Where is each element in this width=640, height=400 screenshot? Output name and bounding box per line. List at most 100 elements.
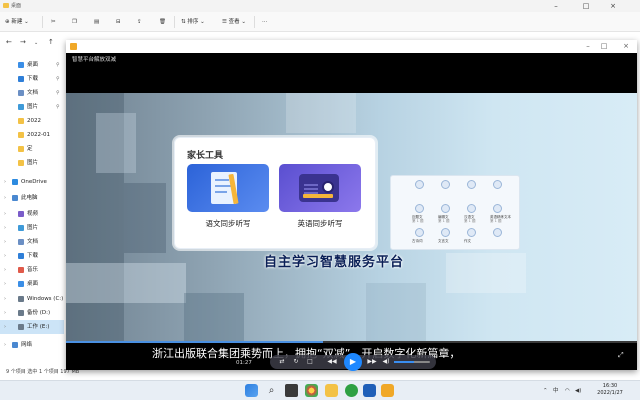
sidebar-item[interactable]: › OneDrive xyxy=(0,175,64,189)
video-player-taskbar-icon[interactable] xyxy=(381,384,394,397)
sidebar-item[interactable]: 图片 xyxy=(0,156,64,170)
study-module-icon xyxy=(467,204,476,213)
chevron-right-icon[interactable]: › xyxy=(4,292,6,306)
progress-bar[interactable] xyxy=(66,341,637,343)
stop-icon[interactable]: □ xyxy=(304,355,316,369)
chevron-right-icon[interactable]: › xyxy=(4,249,6,263)
up-arrow-icon[interactable]: ↑ xyxy=(48,38,54,46)
sidebar-item-label: 桌面 xyxy=(27,62,39,68)
taskbar-clock[interactable]: 16:30 2022/1/27 xyxy=(591,383,629,397)
taskbar: ⌕ ⌃ 中 ◠ ◀) 16:30 2022/1/27 xyxy=(0,380,640,400)
copy-icon[interactable]: ❐ xyxy=(72,16,77,28)
sidebar-item-icon xyxy=(18,281,24,287)
toolbar-divider xyxy=(254,16,255,28)
chevron-right-icon[interactable]: › xyxy=(4,175,6,189)
chevron-right-icon[interactable]: › xyxy=(4,320,6,334)
sidebar-item[interactable]: 2022 xyxy=(0,114,64,128)
wifi-icon[interactable]: ◠ xyxy=(565,381,570,400)
chevron-right-icon[interactable]: › xyxy=(4,191,6,205)
view-button[interactable]: ☰ 查看 ⌄ xyxy=(222,16,246,28)
sidebar-item[interactable]: › 图片 xyxy=(0,221,64,235)
chevron-right-icon[interactable]: › xyxy=(4,277,6,291)
search-icon[interactable]: ⌕ xyxy=(265,384,278,397)
sidebar-item[interactable]: › 下载 xyxy=(0,249,64,263)
sidebar-item[interactable]: 定 xyxy=(0,142,64,156)
sidebar-item[interactable]: 2022-01 xyxy=(0,128,64,142)
player-titlebar: – □ × xyxy=(66,40,637,53)
minimize-button[interactable]: – xyxy=(547,0,565,12)
english-dictation-label: 英语同步听写 xyxy=(297,219,343,228)
play-button[interactable]: ▶ xyxy=(344,353,362,371)
sidebar-item-label: 工作 (E:) xyxy=(27,324,50,330)
sidebar-item-label: 文档 xyxy=(27,90,39,96)
pin-icon: ⚲ xyxy=(56,90,60,96)
share-icon[interactable]: ⇪ xyxy=(137,16,142,28)
study-module-label: 文言文 xyxy=(438,239,449,243)
loop-icon[interactable]: ↻ xyxy=(290,355,302,369)
speaker-icon[interactable]: ◀) xyxy=(575,381,581,400)
player-maximize-button[interactable]: □ xyxy=(596,40,612,53)
player-header: 智慧平台解放双减 xyxy=(66,53,637,93)
study-grid-cell xyxy=(437,178,459,198)
wechat-icon[interactable] xyxy=(345,384,358,397)
sort-button[interactable]: ⇅ 排序 ⌄ xyxy=(181,16,205,28)
sidebar-item[interactable]: › Windows (C:) xyxy=(0,292,64,306)
fullscreen-icon[interactable]: ⤢ xyxy=(618,351,628,360)
sidebar-item[interactable]: 下载 ⚲ xyxy=(0,72,64,86)
chevron-right-icon[interactable]: › xyxy=(4,221,6,235)
sidebar-item[interactable]: › 备份 (D:) xyxy=(0,306,64,320)
file-explorer-icon[interactable] xyxy=(325,384,338,397)
chevron-right-icon[interactable]: › xyxy=(4,306,6,320)
fast-forward-icon[interactable]: ▶▶ xyxy=(366,355,378,369)
paste-icon[interactable]: ▤ xyxy=(94,16,99,28)
study-module-sublabel: 第 1 题 xyxy=(464,219,476,223)
sidebar-item[interactable]: › 此电脑 xyxy=(0,191,64,205)
more-options-button[interactable]: ··· xyxy=(262,16,267,28)
chevron-right-icon[interactable]: › xyxy=(4,338,6,352)
pin-icon: ⚲ xyxy=(56,62,60,68)
sidebar-item-label: 图片 xyxy=(27,225,39,231)
sidebar-item[interactable]: 图片 ⚲ xyxy=(0,100,64,114)
back-arrow-icon[interactable]: ← xyxy=(6,38,12,46)
cut-icon[interactable]: ✂ xyxy=(51,16,56,28)
chrome-icon[interactable] xyxy=(305,384,318,397)
study-grid-cell: 汉语文第 1 题 xyxy=(463,202,485,223)
word-icon[interactable] xyxy=(363,384,376,397)
sidebar-item[interactable]: › 音乐 xyxy=(0,263,64,277)
task-view-icon[interactable] xyxy=(285,384,298,397)
chevron-right-icon[interactable]: › xyxy=(4,263,6,277)
sidebar-item-label: 此电脑 xyxy=(21,195,38,201)
delete-icon[interactable]: 🗑 xyxy=(159,16,166,28)
rename-icon[interactable]: ⊟ xyxy=(116,16,121,28)
progress-fill xyxy=(66,341,323,343)
mosaic-tile xyxy=(66,263,186,303)
chevron-right-icon[interactable]: › xyxy=(4,207,6,221)
chevron-right-icon[interactable]: › xyxy=(4,235,6,249)
chevron-down-icon[interactable]: ⌄ xyxy=(34,40,38,46)
toolbar-divider xyxy=(42,16,43,28)
study-grid-cell: 古诗词 xyxy=(411,226,433,246)
sidebar-item[interactable]: 文档 ⚲ xyxy=(0,86,64,100)
volume-icon[interactable]: ◀) xyxy=(380,355,392,369)
sidebar-item[interactable]: › 工作 (E:) xyxy=(0,320,64,334)
sidebar-item[interactable]: 桌面 ⚲ xyxy=(0,58,64,72)
close-button[interactable]: × xyxy=(604,0,622,12)
forward-arrow-icon[interactable]: → xyxy=(20,38,26,46)
repeat-icon[interactable]: ⇄ xyxy=(276,355,288,369)
ime-indicator[interactable]: 中 xyxy=(553,381,559,400)
maximize-button[interactable]: □ xyxy=(577,0,595,12)
player-close-button[interactable]: × xyxy=(618,40,634,53)
rewind-icon[interactable]: ◀◀ xyxy=(326,355,338,369)
sidebar-item[interactable]: › 文档 xyxy=(0,235,64,249)
mosaic-tile xyxy=(286,93,356,133)
new-button[interactable]: ⊕ 新建 ⌄ xyxy=(5,16,29,28)
volume-slider[interactable] xyxy=(394,361,430,363)
study-module-icon xyxy=(493,228,502,237)
video-frame[interactable]: 家长工具 语文同步听写 英语同步听写 迈题文第 1 题编辑文第 1 题汉语文 第… xyxy=(66,93,637,341)
sidebar-item[interactable]: › 视频 xyxy=(0,207,64,221)
player-minimize-button[interactable]: – xyxy=(580,40,596,53)
start-icon[interactable] xyxy=(245,384,258,397)
sidebar-item[interactable]: › 桌面 xyxy=(0,277,64,291)
sidebar-item[interactable]: › 网络 xyxy=(0,338,64,352)
tray-overflow-icon[interactable]: ⌃ xyxy=(543,381,548,400)
